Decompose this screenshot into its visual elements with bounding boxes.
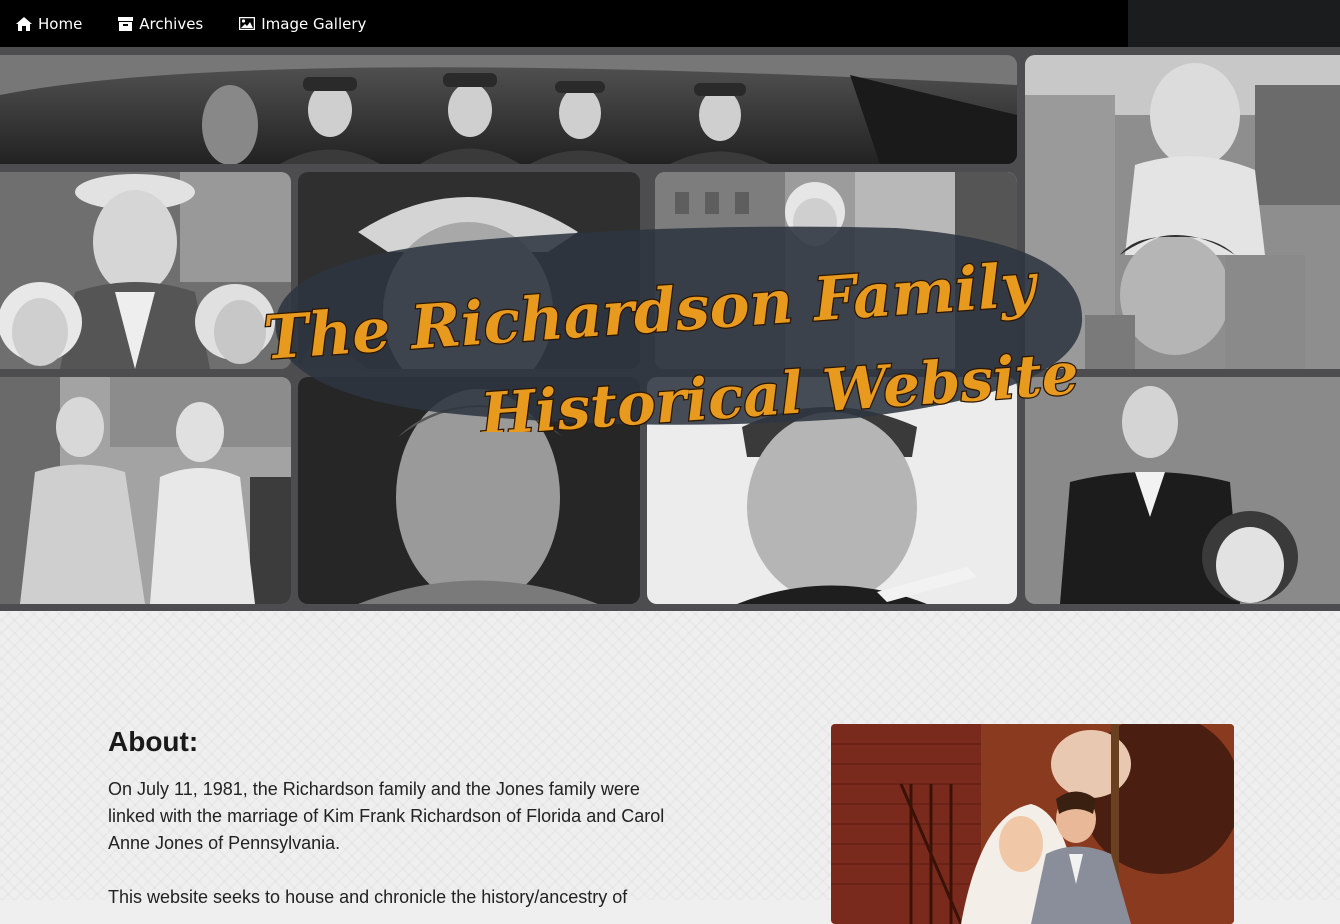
archive-box-icon [118, 16, 134, 31]
site-title-banner: The Richardson Family Historical Website [256, 222, 1088, 450]
about-paragraph-2: This website seeks to house and chronicl… [108, 887, 628, 907]
photo-man-with-daughters [0, 172, 291, 369]
about-heading: About: [108, 726, 199, 757]
image-icon [239, 17, 256, 30]
nav-image-gallery-label: Image Gallery [261, 14, 367, 33]
nav-image-gallery-link[interactable]: Image Gallery [239, 0, 366, 47]
navbar-filler [1128, 0, 1340, 47]
about-section: About: On July 11, 1981, the Richardson … [0, 611, 1340, 924]
photo-wedding-color [831, 724, 1234, 924]
hero-photo-collage: The Richardson Family Historical Website [0, 47, 1340, 611]
top-navbar: Home Archives Image Gallery [0, 0, 1128, 47]
home-icon [16, 16, 32, 31]
nav-home-label: Home [38, 14, 83, 33]
about-paragraph-1: On July 11, 1981, the Richardson family … [108, 779, 665, 853]
photo-couple-outdoors [0, 377, 291, 604]
photo-airmen [0, 55, 1017, 164]
nav-archives-label: Archives [139, 14, 204, 33]
nav-home-link[interactable]: Home [16, 0, 82, 47]
nav-archives-link[interactable]: Archives [118, 0, 203, 47]
